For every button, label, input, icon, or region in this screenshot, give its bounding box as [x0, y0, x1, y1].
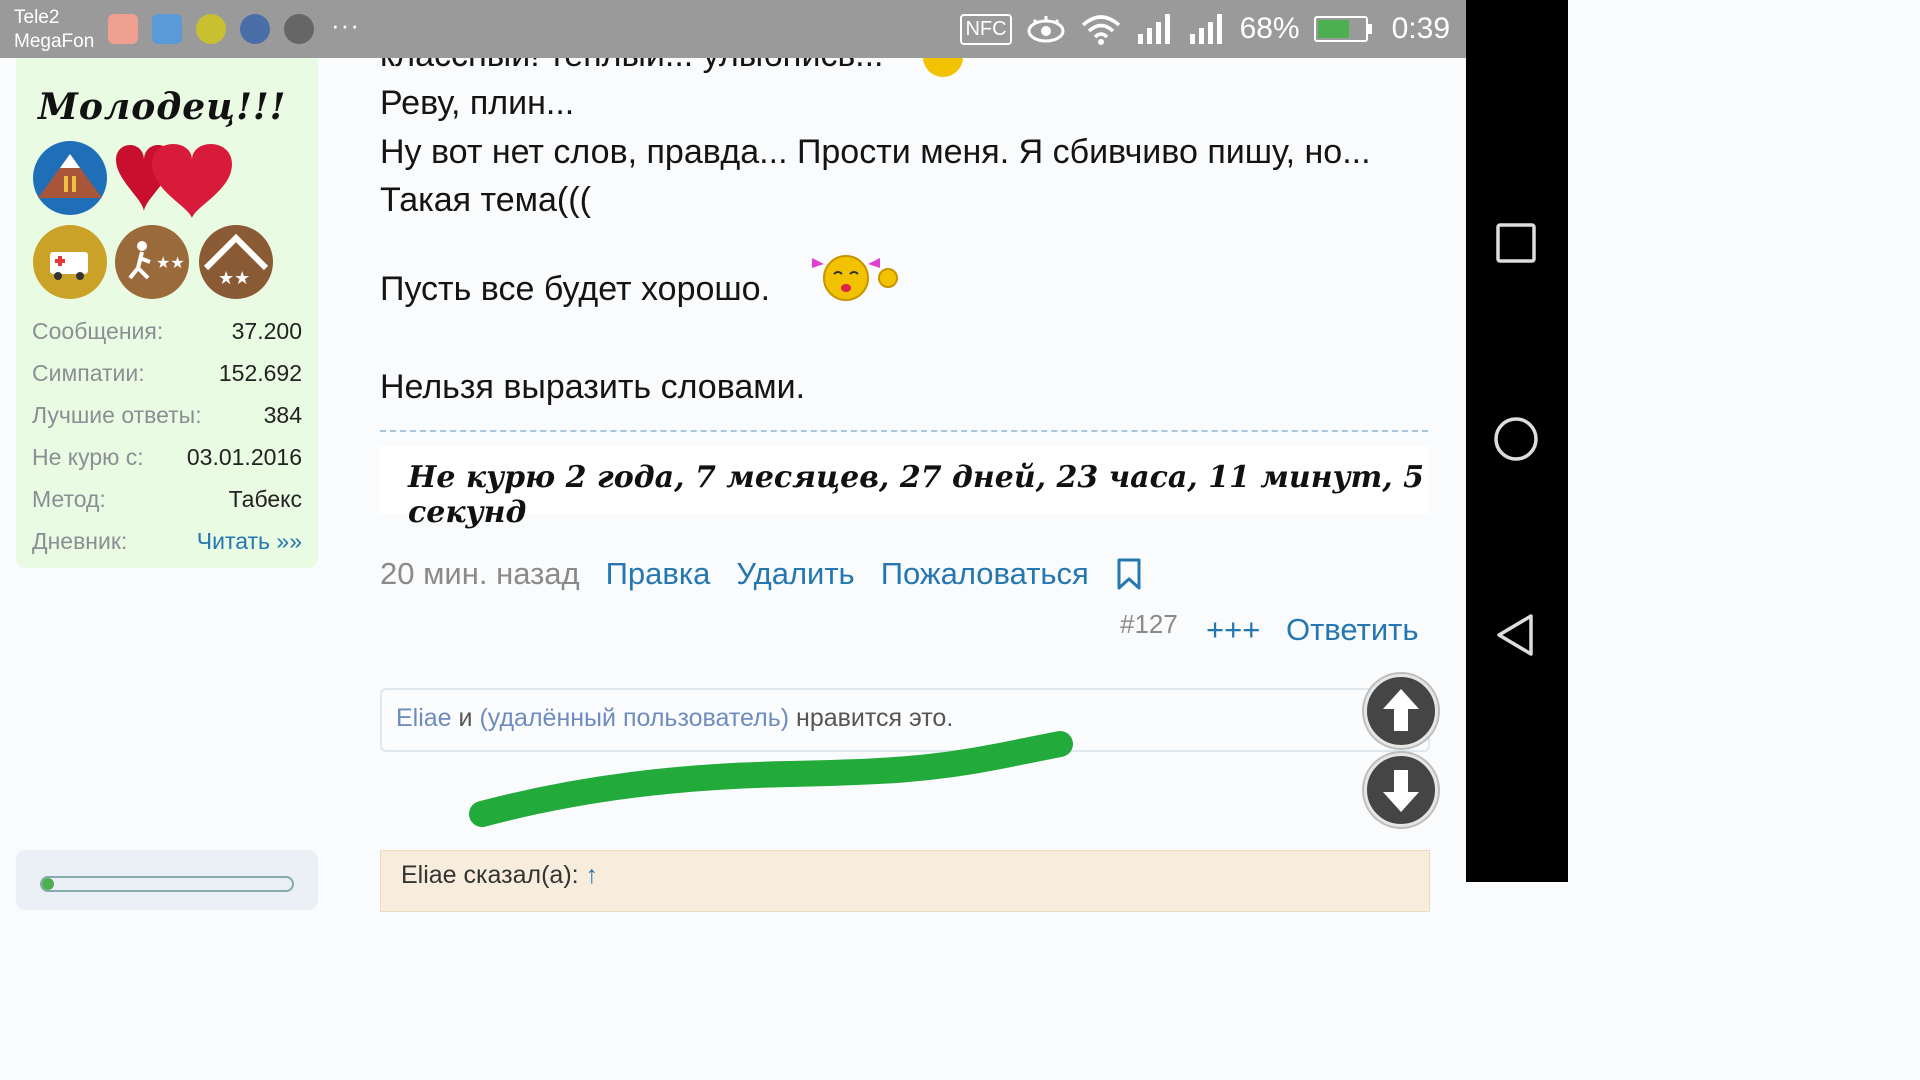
award-title-badge: Молодец!!!	[38, 86, 287, 128]
quote-block: Eliae сказал(а): ↑	[380, 850, 1430, 912]
wifi-icon	[1081, 15, 1120, 45]
stat-value: 152.692	[218, 360, 302, 386]
quote-source-link[interactable]: ↑	[586, 861, 599, 889]
stat-likes: Симпатии: 152.692	[32, 360, 302, 387]
stat-best-answers: Лучшие ответы: 384	[32, 402, 302, 429]
post-text-line-1: Реву, плин...	[380, 84, 575, 122]
carrier-info: Tele2 MegaFon	[14, 6, 94, 54]
stat-label: Сообщения:	[32, 318, 164, 344]
mountain-stars-badge-icon: ★★	[199, 225, 273, 299]
quote-author: Eliae сказал(а):	[401, 861, 579, 889]
eye-comfort-icon	[1027, 16, 1065, 43]
signal-icon-2	[1189, 14, 1222, 44]
stat-diary: Дневник: Читать »»	[32, 528, 302, 555]
status-bar: Tele2 MegaFon ··· NFC 68% 0:39	[0, 0, 1466, 58]
user-info-sidebar: Молодец!!! ★★ ★★ Сообщения: 37.200 Симпа…	[16, 0, 318, 568]
edit-link[interactable]: Правка	[606, 556, 711, 592]
clock: 0:39	[1391, 12, 1450, 45]
battery-percent: 68%	[1239, 12, 1300, 45]
more-notifications-icon: ···	[331, 10, 360, 40]
stat-value: 384	[263, 402, 302, 428]
stat-label: Симпатии:	[32, 360, 145, 386]
post-number-link[interactable]: #127	[1120, 609, 1178, 640]
runner-badge-icon: ★★	[115, 225, 189, 299]
post-text-line-3: Такая тема(((	[380, 181, 591, 219]
arrow-up-icon	[1383, 689, 1419, 731]
android-nav-bar	[1466, 0, 1568, 882]
carrier-2: MegaFon	[14, 31, 95, 52]
stat-label: Лучшие ответы:	[32, 402, 202, 428]
report-link[interactable]: Пожаловаться	[881, 556, 1089, 592]
scroll-to-bottom-button[interactable]	[1364, 753, 1438, 827]
back-icon[interactable]	[1493, 612, 1539, 658]
stat-quit-date: Не курю с: 03.01.2016	[32, 444, 302, 471]
quote-header: Eliae сказал(а): ↑	[401, 861, 598, 890]
home-icon[interactable]	[1493, 416, 1539, 462]
kiss-emoji-icon	[812, 255, 898, 301]
svg-text:★★: ★★	[156, 253, 185, 272]
post-text-line-5: Нельзя выразить словами.	[380, 368, 806, 406]
signature-divider	[380, 430, 1428, 432]
stat-messages: Сообщения: 37.200	[32, 318, 302, 345]
nfc-icon: NFC	[960, 13, 1012, 45]
bookmark-icon[interactable]	[1115, 557, 1143, 591]
stat-value: Табекс	[228, 486, 302, 512]
carrier-1: Tele2	[14, 7, 60, 28]
mountain-badge-icon	[33, 141, 107, 215]
tennis-ball-app-icon	[196, 14, 226, 44]
mail-app-icon	[108, 14, 138, 44]
ambulance-badge-icon	[33, 225, 107, 299]
stat-value: 03.01.2016	[186, 444, 302, 470]
stat-label: Не курю с:	[32, 444, 144, 470]
like-user-link[interactable]: Eliae	[396, 704, 452, 732]
stat-value: 37.200	[231, 318, 302, 344]
scroll-to-top-button[interactable]	[1364, 674, 1438, 748]
reply-button[interactable]: Ответить	[1286, 612, 1419, 648]
stat-method: Метод: Табекс	[32, 486, 302, 513]
stat-label: Дневник:	[32, 528, 128, 554]
next-user-sidebar	[16, 850, 318, 910]
recent-apps-icon[interactable]	[1493, 220, 1539, 266]
diary-read-link[interactable]: Читать »»	[197, 528, 302, 555]
green-highlight-stroke	[469, 731, 1073, 827]
signature-text: Не курю 2 года, 7 месяцев, 27 дней, 23 ч…	[408, 460, 1425, 530]
post-text-line-4: Пусть все будет хорошо.	[380, 270, 770, 309]
avatar-app-icon	[284, 14, 314, 44]
svg-text:★★: ★★	[218, 268, 250, 289]
hearts-badge-icon	[116, 143, 232, 218]
delete-link[interactable]: Удалить	[736, 556, 854, 592]
post-text-line-4-text: Пусть все будет хорошо.	[380, 270, 771, 308]
post-actions: 20 мин. назад Правка Удалить Пожаловатьс…	[380, 556, 1143, 592]
signal-icon-1	[1137, 14, 1170, 44]
multiquote-button[interactable]: +++	[1206, 612, 1260, 648]
health-app-icon	[152, 14, 182, 44]
post-timestamp[interactable]: 20 мин. назад	[380, 556, 580, 592]
stat-label: Метод:	[32, 486, 106, 512]
battery-icon	[1313, 16, 1372, 42]
post-text-line-2: Ну вот нет слов, правда... Прости меня. …	[380, 133, 1371, 171]
status-icons: NFC 68% 0:39	[960, 8, 1450, 50]
globe-app-icon	[240, 14, 270, 44]
progress-bar	[40, 876, 294, 892]
signature-box: Не курю 2 года, 7 месяцев, 27 дней, 23 ч…	[380, 446, 1428, 530]
arrow-down-icon	[1383, 770, 1419, 812]
